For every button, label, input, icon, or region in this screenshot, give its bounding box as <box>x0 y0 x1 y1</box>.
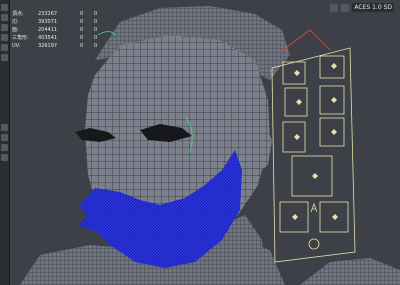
facial-rig-panel <box>271 47 356 263</box>
hud-value: 393071 <box>38 19 58 25</box>
layout-four-icon[interactable] <box>1 134 8 141</box>
hud-value-2: 0 <box>80 11 84 17</box>
hud-value-3: 0 <box>94 43 98 49</box>
move-tool-icon[interactable] <box>1 34 8 41</box>
rig-control <box>331 63 337 69</box>
hud-value: 326197 <box>38 43 58 49</box>
hud-row-triangles: 三角形: 403541 0 0 <box>12 34 110 42</box>
viewport-top-right: ACES 1.0 SD <box>330 3 394 12</box>
paint-tool-icon[interactable] <box>1 24 8 31</box>
layout-split-icon[interactable] <box>1 144 8 151</box>
rig-control <box>331 129 337 135</box>
hud-row-edges: 辺: 393071 0 0 <box>12 18 110 26</box>
camera-icon[interactable] <box>330 3 339 12</box>
hud-value-2: 0 <box>80 19 84 25</box>
rig-control <box>331 97 337 103</box>
display-icon[interactable] <box>341 3 350 12</box>
rig-control-arrow <box>310 202 318 213</box>
hud-label: 三角形: <box>12 35 29 41</box>
hud-row-uvs: UV: 326197 0 0 <box>12 42 110 50</box>
rig-control <box>294 70 300 76</box>
hud-label: 頂点: <box>12 11 24 17</box>
rig-control <box>294 134 300 140</box>
layout-single-icon[interactable] <box>1 124 8 131</box>
hud-value-2: 0 <box>80 35 84 41</box>
hud-value-3: 0 <box>94 11 98 17</box>
color-space-label[interactable]: ACES 1.0 SD <box>352 3 394 12</box>
hud-label: 面: <box>12 27 19 33</box>
hud-value-3: 0 <box>94 19 98 25</box>
rig-control-circle <box>308 238 320 250</box>
3d-viewport[interactable]: 頂点: 233267 0 0 辺: 393071 0 0 面: 204411 0… <box>0 0 400 285</box>
hud-label: UV: <box>12 43 21 49</box>
layout-outliner-icon[interactable] <box>1 154 8 161</box>
hud-value-3: 0 <box>94 35 98 41</box>
hud-row-vertices: 頂点: 233267 0 0 <box>12 10 110 18</box>
select-tool-icon[interactable] <box>1 4 8 11</box>
hud-value-2: 0 <box>80 43 84 49</box>
rig-controls <box>292 63 338 220</box>
hud-value-3: 0 <box>94 27 98 33</box>
hud-value-2: 0 <box>80 27 84 33</box>
left-toolbar <box>0 0 10 285</box>
lasso-tool-icon[interactable] <box>1 14 8 21</box>
rotate-tool-icon[interactable] <box>1 44 8 51</box>
right-shoulder-mesh <box>300 258 400 285</box>
rig-control <box>312 173 318 179</box>
hud-value: 403541 <box>38 35 58 41</box>
poly-count-hud: 頂点: 233267 0 0 辺: 393071 0 0 面: 204411 0… <box>12 10 110 50</box>
rig-control <box>292 214 298 220</box>
hud-row-faces: 面: 204411 0 0 <box>12 26 110 34</box>
hud-label: 辺: <box>12 19 19 25</box>
scale-tool-icon[interactable] <box>1 54 8 61</box>
rig-control <box>332 214 338 220</box>
hud-value: 233267 <box>38 11 58 17</box>
rig-control <box>296 99 302 105</box>
hud-value: 204411 <box>38 27 58 33</box>
